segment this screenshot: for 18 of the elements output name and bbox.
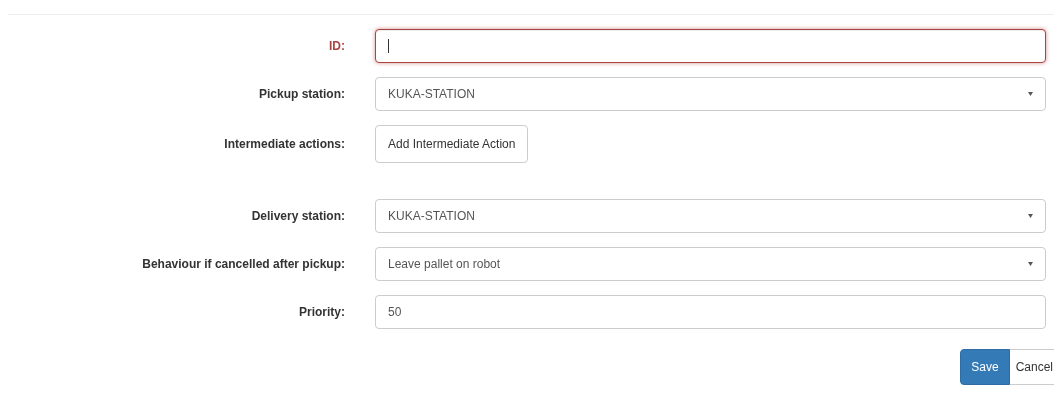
caret-icon — [1028, 92, 1033, 96]
select-field[interactable]: KUKA-STATION — [375, 199, 1046, 233]
field-label: Pickup station: — [258, 86, 345, 103]
field-label: Delivery station: — [250, 208, 345, 225]
field-label: ID: — [328, 38, 345, 55]
field-label: Priority: — [298, 304, 345, 321]
save-button[interactable]: Save — [960, 349, 1010, 385]
select-field[interactable]: KUKA-STATION — [375, 77, 1046, 111]
field-label: Behaviour if cancelled after pickup: — [141, 256, 345, 273]
caret-icon — [1028, 214, 1033, 218]
field-label: Intermediate actions: — [223, 136, 345, 153]
text-cursor — [388, 39, 389, 53]
text-field[interactable] — [375, 29, 1046, 63]
add-action-button[interactable]: Add Intermediate Action — [375, 125, 529, 163]
caret-icon — [1028, 262, 1033, 266]
text-field[interactable]: 50 — [375, 295, 1046, 329]
select-field[interactable]: Leave pallet on robot — [375, 247, 1046, 281]
cancel-button[interactable]: Cancel — [1009, 349, 1054, 385]
